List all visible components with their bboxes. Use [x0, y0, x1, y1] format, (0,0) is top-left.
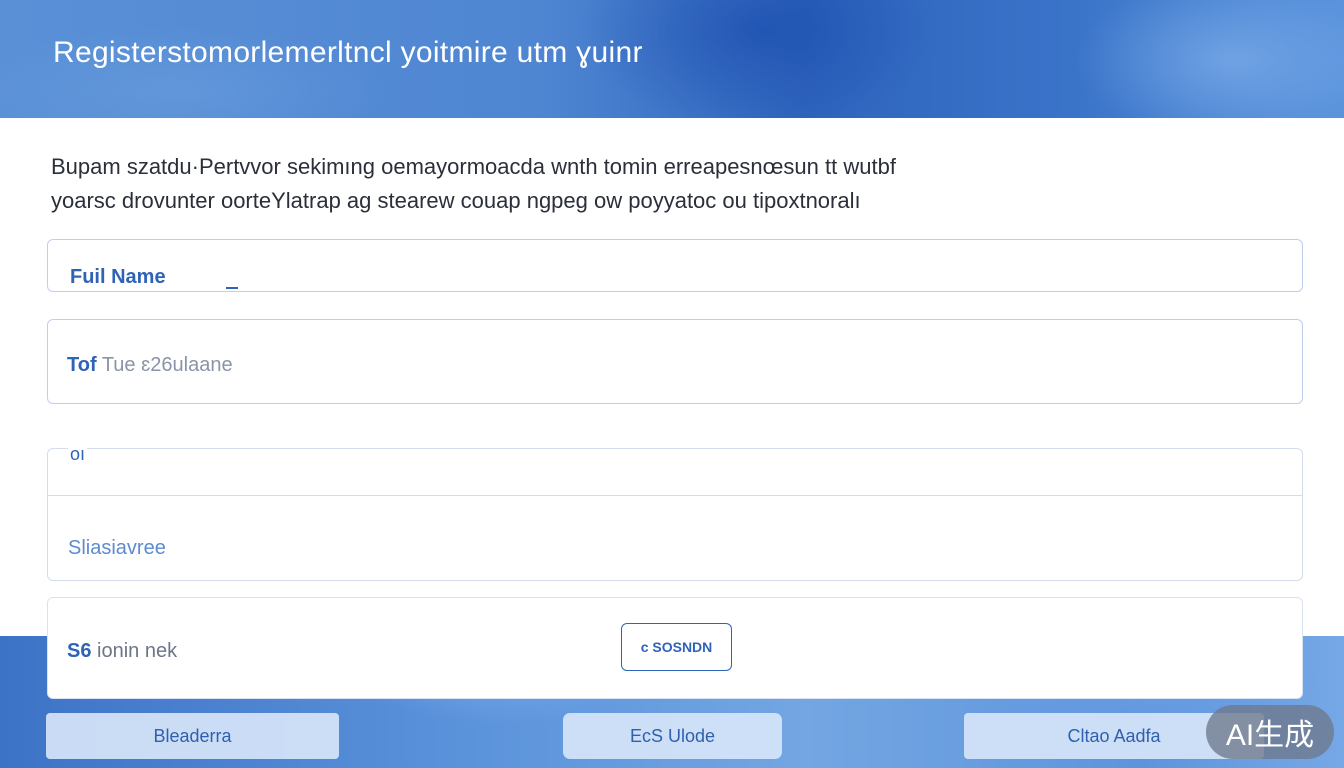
name-input-text: Tue ɛ26ulaane [101, 354, 233, 376]
section-field[interactable]: oı Sliasiavree [47, 444, 1303, 581]
name-input-value: Tof Tue ɛ26ulaane [67, 354, 233, 377]
ai-generated-watermark: AI生成 [1206, 705, 1334, 759]
registration-page: Registerstomorlemerltncl yoitmire utm ɣu… [0, 0, 1344, 768]
code-input-value: S6 ionin nek [67, 640, 177, 663]
intro-line-2: yoarsc drovunter oorteYlatrap ag stearew… [51, 188, 861, 213]
center-action-button[interactable]: EcS Ulode [563, 713, 782, 759]
intro-line-1: Bupam szatdu·Pertvvor sekimıng oemayormo… [51, 154, 896, 179]
text-cursor [226, 287, 238, 289]
page-title: Registerstomorlemerltncl yoitmire utm ɣu… [53, 36, 643, 69]
send-code-button[interactable]: ᴄ SOSNDN [621, 623, 732, 671]
name-input-prefix: Tof [67, 354, 97, 376]
full-name-label: Fuil Name [70, 266, 166, 288]
intro-text: Bupam szatdu·Pertvvor sekimıng oemayormo… [51, 150, 1051, 218]
section-divider [48, 495, 1302, 496]
section-input-value[interactable]: Sliasiavree [68, 537, 166, 560]
section-label: oı [68, 444, 88, 464]
code-input-prefix: S6 [67, 640, 92, 662]
left-action-button[interactable]: Bleaderra [46, 713, 339, 759]
code-input-text: ionin nek [97, 640, 178, 662]
name-input[interactable]: Tof Tue ɛ26ulaane [47, 319, 1303, 404]
code-field[interactable]: S6 ionin nek ᴄ SOSNDN [47, 597, 1303, 699]
full-name-field[interactable]: Fuil Name [47, 239, 1303, 292]
header-banner: Registerstomorlemerltncl yoitmire utm ɣu… [0, 0, 1344, 118]
